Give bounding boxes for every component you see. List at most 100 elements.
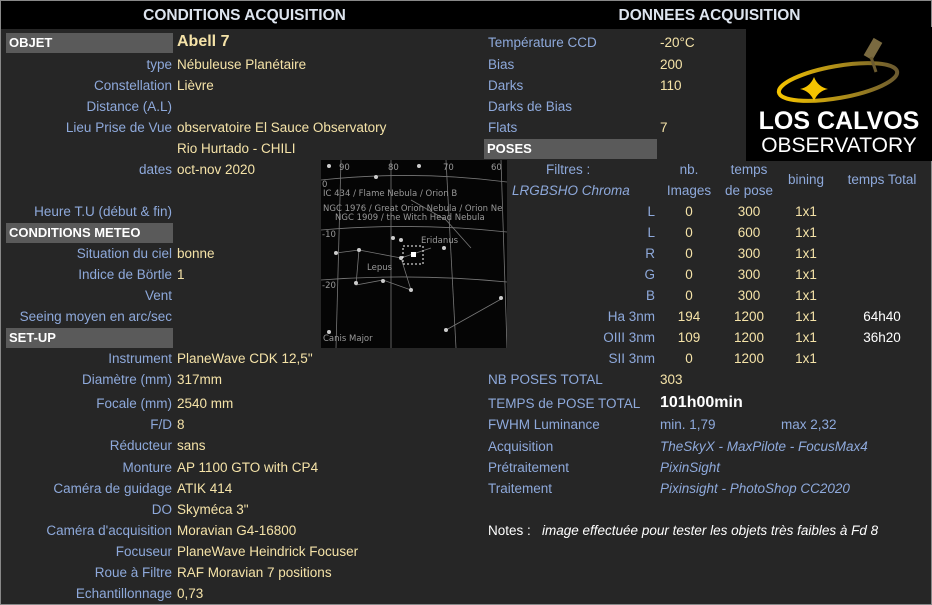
setup-field-label: F/D <box>150 417 172 432</box>
filters-label: Filtres : <box>546 162 591 177</box>
binning: 1x1 <box>795 288 817 303</box>
object-field-label: Constellation <box>93 78 172 93</box>
exposure-time: 300 <box>737 267 761 282</box>
setup-field-value: Skyméca 3" <box>177 502 249 517</box>
filter-name: G <box>644 267 655 282</box>
data-field-value: 7 <box>660 120 668 135</box>
total-time: 36h20 <box>863 330 901 345</box>
fwhm-label: FWHM Luminance <box>488 417 600 432</box>
filter-name: Ha 3nm <box>607 309 655 324</box>
filter-set-name: LRGBSHO Chroma <box>512 183 630 198</box>
exposure-time: 300 <box>737 204 761 219</box>
nb-images: 194 <box>677 309 701 324</box>
setup-header: SET-UP <box>6 328 173 348</box>
software-value: TheSkyX - MaxPilote - FocusMax4 <box>660 439 868 454</box>
map-label: NGC 1909 / the Witch Head Nebula <box>335 213 485 223</box>
filter-name: R <box>645 246 655 261</box>
map-label: Lepus <box>367 263 393 273</box>
col-header-total: temps Total <box>847 172 917 187</box>
col-header-nb: nb. <box>679 162 699 177</box>
data-field-value: -20°C <box>660 35 695 50</box>
binning: 1x1 <box>795 246 817 261</box>
filter-name: L <box>647 204 655 219</box>
setup-field-label: DO <box>151 502 172 517</box>
object-name: Abell 7 <box>177 33 230 50</box>
los-calvos-logo: LOS CALVOS OBSERVATORY <box>746 27 932 161</box>
map-tick: 0 <box>322 180 327 190</box>
map-tick: 60 <box>491 163 502 173</box>
nb-poses-value: 303 <box>660 372 683 387</box>
map-label: IC 434 / Flame Nebula / Orion B <box>323 189 457 199</box>
setup-field-label: Réducteur <box>109 438 172 453</box>
right-title: DONNEES ACQUISITION <box>488 1 931 29</box>
setup-field-value: Moravian G4-16800 <box>177 523 297 538</box>
logo-text-1: LOS CALVOS <box>759 107 920 135</box>
map-label: Eridanus <box>421 236 459 246</box>
setup-field-label: Caméra de guidage <box>53 481 172 496</box>
meteo-field-label: Seeing moyen en arc/sec <box>19 309 172 324</box>
object-field-label: dates <box>138 162 172 177</box>
meteo-field-value: bonne <box>177 246 215 261</box>
nb-images: 0 <box>685 246 693 261</box>
object-field-label: Lieu Prise de Vue <box>65 120 172 135</box>
setup-field-value: 8 <box>177 417 185 432</box>
filter-name: L <box>647 225 655 240</box>
software-label: Traitement <box>488 481 553 496</box>
filter-name: SII 3nm <box>608 351 655 366</box>
object-field-value: Rio Hurtado - CHILI <box>177 141 296 156</box>
object-field-label: Distance (A.L) <box>86 99 172 114</box>
map-tick: -10 <box>322 230 336 240</box>
data-field-value: 200 <box>660 57 683 72</box>
setup-field-label: Focale (mm) <box>96 396 172 411</box>
binning: 1x1 <box>795 267 817 282</box>
object-field-label: type <box>146 57 172 72</box>
star-map-image: IC 434 / Flame Nebula / Orion B NGC 1976… <box>320 159 508 349</box>
setup-field-value: 317mm <box>177 372 223 387</box>
object-field-value: observatoire El Sauce Observatory <box>177 120 387 135</box>
setup-field-label: Instrument <box>108 351 172 366</box>
map-label: Canis Major <box>323 334 373 344</box>
binning: 1x1 <box>795 309 817 324</box>
col-header-temps: de pose <box>724 183 774 198</box>
map-tick: 90 <box>339 163 350 173</box>
fwhm-min: min. 1,79 <box>660 417 716 432</box>
setup-field-value: AP 1100 GTO with CP4 <box>177 460 319 475</box>
map-tick: 80 <box>388 163 399 173</box>
observatory-logo-icon: LOS CALVOS OBSERVATORY <box>759 37 920 157</box>
col-header-bining: bining <box>787 172 825 187</box>
logo-text-2: OBSERVATORY <box>761 134 917 157</box>
filter-name: B <box>645 288 655 303</box>
nb-images: 0 <box>685 288 693 303</box>
data-field-label: Bias <box>488 57 515 72</box>
setup-field-value: RAF Moravian 7 positions <box>177 565 332 580</box>
meteo-field-label: Vent <box>144 288 172 303</box>
notes-label: Notes : <box>488 523 531 538</box>
nb-images: 0 <box>685 351 693 366</box>
setup-field-value: 0,73 <box>177 586 204 601</box>
setup-field-label: Echantillonnage <box>75 586 172 601</box>
setup-field-label: Diamètre (mm) <box>82 372 172 387</box>
setup-field-value: 2540 mm <box>177 396 234 411</box>
setup-field-value: sans <box>177 438 206 453</box>
exposure-time: 600 <box>737 225 761 240</box>
notes-value: image effectuée pour tester les objets t… <box>542 523 879 538</box>
setup-field-label: Focuseur <box>115 544 172 559</box>
meteo-field-value: 1 <box>177 267 185 282</box>
setup-field-value: ATIK 414 <box>177 481 233 496</box>
setup-field-label: Caméra d'acquisition <box>46 523 172 538</box>
nb-images: 0 <box>685 204 693 219</box>
exposure-time: 1200 <box>733 330 765 345</box>
binning: 1x1 <box>795 204 817 219</box>
exposure-time: 300 <box>737 288 761 303</box>
binning: 1x1 <box>795 351 817 366</box>
filter-name: OIII 3nm <box>603 330 655 345</box>
fwhm-max: max 2,32 <box>781 417 837 432</box>
map-tick: 70 <box>443 163 454 173</box>
temps-total-value: 101h00min <box>660 394 743 411</box>
exposure-time: 1200 <box>733 351 765 366</box>
poses-header: POSES <box>484 139 657 159</box>
nb-images: 0 <box>685 267 693 282</box>
binning: 1x1 <box>795 225 817 240</box>
map-tick: -20 <box>322 281 336 291</box>
col-header-temps: temps <box>730 162 768 177</box>
